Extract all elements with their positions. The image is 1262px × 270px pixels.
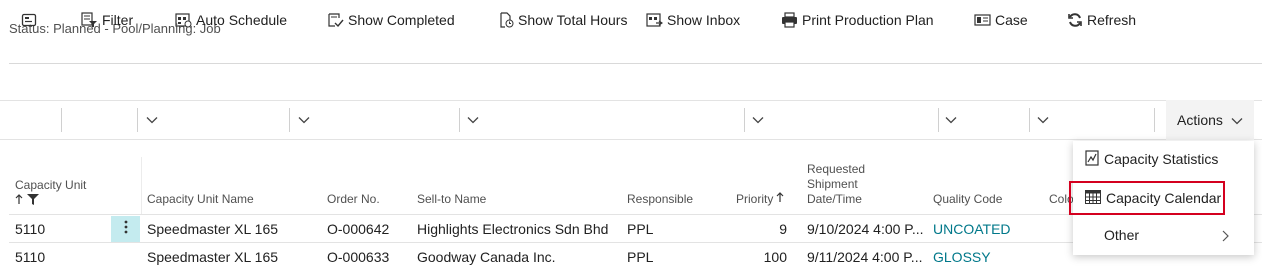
show-inbox-chevron-icon[interactable] — [748, 100, 768, 140]
refresh-button[interactable]: Refresh — [1067, 0, 1136, 40]
menu-item-other[interactable]: Other — [1073, 220, 1254, 250]
menu-item-label: Other — [1104, 227, 1140, 243]
highlight-box — [1069, 181, 1225, 215]
print-production-plan-label: Print Production Plan — [802, 12, 934, 28]
refresh-icon — [1067, 12, 1083, 28]
cell-capacity-unit[interactable]: 5110 — [15, 221, 45, 237]
column-header-label: Capacity Unit — [15, 178, 87, 192]
column-header-priority[interactable]: Priority — [736, 192, 784, 207]
case-button[interactable]: Case — [974, 0, 1028, 40]
cell-capacity-unit[interactable]: 5110 — [15, 249, 45, 265]
cell-requested-shipment: 9/11/2024 4:00 P... — [807, 249, 923, 265]
printer-icon — [781, 12, 798, 28]
filter-dropdown-chevron-icon[interactable] — [142, 100, 162, 140]
print-chevron-icon[interactable] — [941, 100, 961, 140]
show-completed-label: Show Completed — [348, 12, 455, 28]
document-clock-icon — [498, 12, 514, 28]
column-header-sell-to-name[interactable]: Sell-to Name — [417, 192, 486, 207]
toolbar-separator — [61, 108, 62, 132]
toolbar-separator — [744, 108, 745, 132]
column-header-capacity-unit[interactable]: Capacity Unit — [15, 178, 86, 209]
cell-priority: 100 — [763, 249, 787, 265]
column-header-responsible[interactable]: Responsible — [627, 192, 693, 207]
inbox-icon — [646, 12, 663, 28]
column-header-quality-code[interactable]: Quality Code — [933, 192, 1002, 207]
show-inbox-button[interactable]: Show Inbox — [646, 0, 740, 40]
print-production-plan-button[interactable]: Print Production Plan — [781, 0, 934, 40]
column-header-label-line: Shipment — [807, 177, 858, 191]
auto-schedule-button[interactable]: Auto Schedule — [175, 0, 287, 40]
column-separator — [141, 157, 142, 214]
case-chevron-icon[interactable] — [1033, 100, 1053, 140]
divider — [9, 63, 1262, 64]
filter-label: Filter — [102, 12, 134, 28]
cell-quality-code-link[interactable]: GLOSSY — [933, 249, 991, 265]
vertical-ellipsis-icon — [124, 220, 128, 239]
auto-schedule-icon — [175, 12, 192, 28]
column-header-requested-shipment[interactable]: Requested Shipment Date/Time — [807, 162, 865, 207]
cell-quality-code-link[interactable]: UNCOATED — [933, 221, 1011, 237]
pane-icon — [21, 12, 37, 28]
toolbar-separator — [459, 108, 460, 132]
cell-requested-shipment: 9/10/2024 4:00 P... — [807, 221, 924, 237]
toolbar-separator — [938, 108, 939, 132]
chevron-right-icon — [1222, 229, 1234, 245]
filter-funnel-icon — [27, 194, 39, 209]
cell-priority: 9 — [779, 221, 787, 237]
actions-menu-button[interactable]: Actions — [1166, 100, 1254, 140]
column-header-order-no[interactable]: Order No. — [327, 192, 380, 207]
row-actions-button[interactable] — [111, 216, 140, 242]
cell-responsible: PPL — [627, 249, 654, 265]
cell-sell-to-name: Highlights Electronics Sdn Bhd — [417, 221, 609, 237]
toolbar-separator — [289, 108, 290, 132]
column-header-label: Priority — [736, 192, 774, 206]
toolbar-separator — [1154, 108, 1155, 132]
chevron-down-icon — [1231, 112, 1243, 128]
show-total-hours-label: Show Total Hours — [518, 12, 628, 28]
column-header-label-line: Requested — [807, 162, 866, 176]
toolbar-separator — [1029, 108, 1030, 132]
auto-schedule-label: Auto Schedule — [196, 12, 288, 28]
refresh-label: Refresh — [1087, 12, 1137, 28]
action-toolbar — [0, 100, 1262, 140]
sort-ascending-icon — [776, 192, 784, 207]
show-inbox-label: Show Inbox — [667, 12, 741, 28]
column-header-capacity-unit-name[interactable]: Capacity Unit Name — [147, 192, 254, 207]
show-total-hours-button[interactable]: Show Total Hours — [498, 0, 627, 40]
cell-responsible: PPL — [627, 221, 654, 237]
case-card-icon — [974, 12, 991, 28]
show-completed-button[interactable]: Show Completed — [327, 0, 455, 40]
auto-schedule-chevron-icon[interactable] — [294, 100, 314, 140]
menu-item-label: Capacity Statistics — [1104, 151, 1219, 167]
cell-order-no: O-000633 — [327, 249, 390, 265]
cell-sell-to-name: Goodway Canada Inc. — [417, 249, 556, 265]
case-label: Case — [995, 12, 1028, 28]
cell-order-no: O-000642 — [327, 221, 390, 237]
menu-item-capacity-statistics[interactable]: Capacity Statistics — [1073, 144, 1254, 174]
cell-capacity-unit-name: Speedmaster XL 165 — [147, 221, 279, 237]
toolbar-separator — [137, 108, 138, 132]
column-header-label-line: Date/Time — [807, 192, 862, 206]
filter-icon — [81, 12, 98, 28]
cell-capacity-unit-name: Speedmaster XL 165 — [147, 249, 279, 265]
chart-icon — [1085, 149, 1104, 169]
filter-button[interactable]: Filter — [81, 0, 133, 40]
show-completed-chevron-icon[interactable] — [463, 100, 483, 140]
show-completed-icon — [327, 12, 344, 28]
actions-label: Actions — [1177, 112, 1223, 128]
sort-ascending-icon — [15, 194, 23, 209]
toggle-pane-button[interactable] — [21, 0, 37, 40]
